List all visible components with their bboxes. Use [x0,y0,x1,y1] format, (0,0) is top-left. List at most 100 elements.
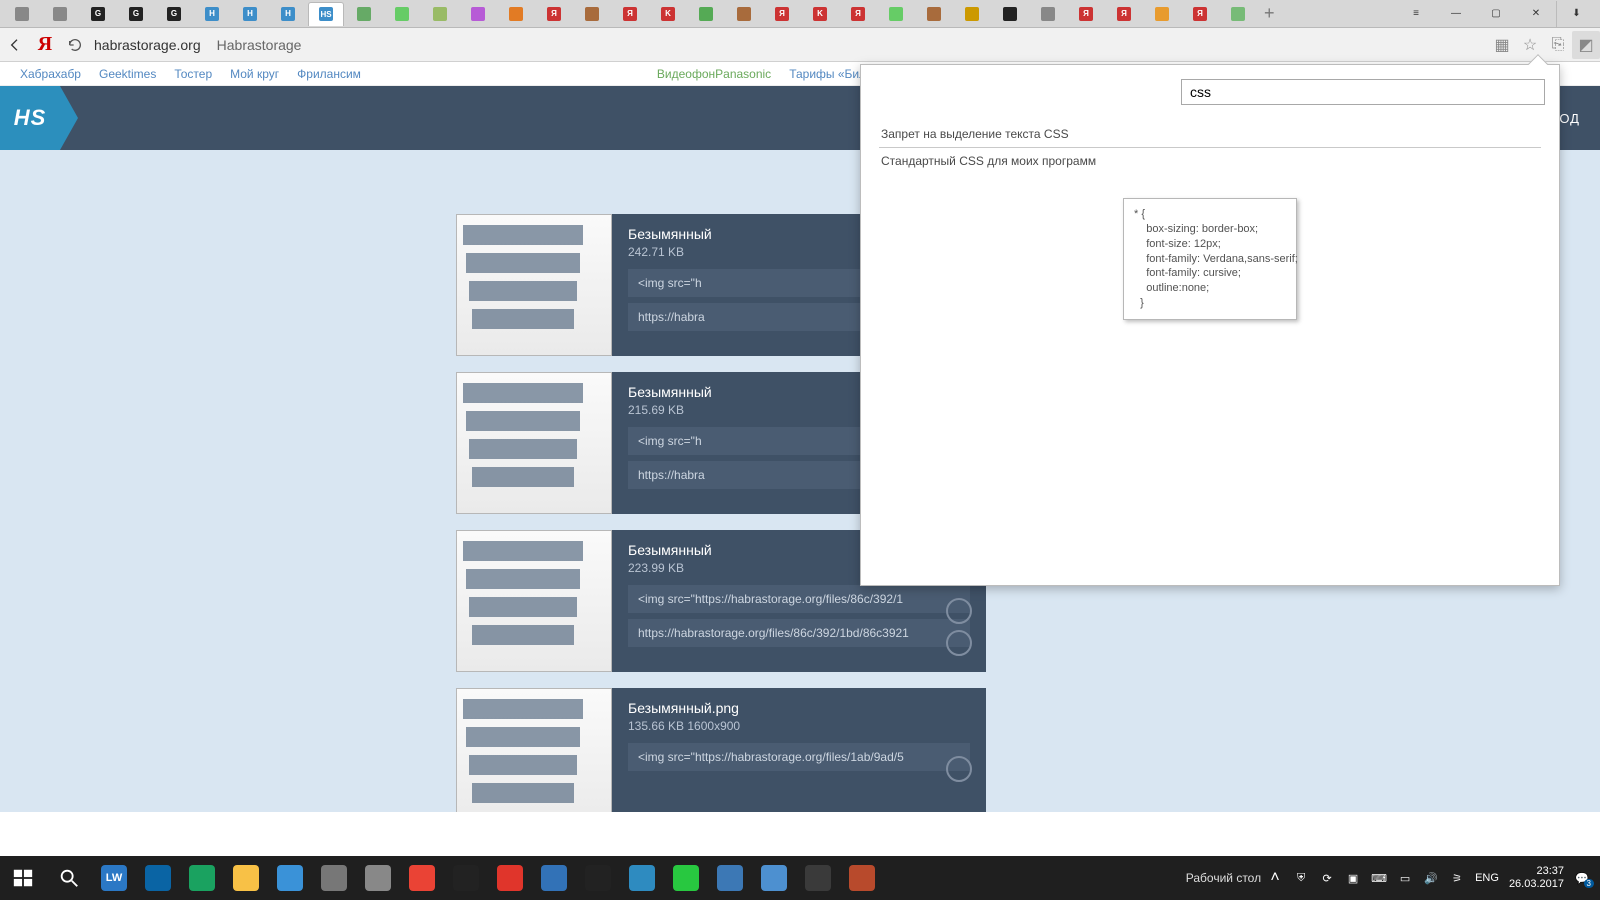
popup-search-input[interactable] [1181,79,1545,105]
browser-tab[interactable]: Я [612,2,648,26]
file-embed-code[interactable]: <img src="https://habrastorage.org/files… [628,585,970,613]
taskbar-app[interactable] [356,856,400,900]
nav-link[interactable]: Тостер [174,67,212,81]
browser-tab[interactable] [498,2,534,26]
nav-link[interactable]: Geektimes [99,67,156,81]
promo-link[interactable]: ВидеофонPanasonic [657,67,771,81]
back-button[interactable] [0,28,30,62]
browser-tab[interactable]: G [80,2,116,26]
tray-wifi-icon[interactable]: ⚞ [1449,870,1465,886]
menu-icon[interactable]: ≡ [1396,1,1436,27]
minimize-icon[interactable]: — [1436,1,1476,27]
browser-tab[interactable] [42,2,78,26]
close-icon[interactable]: ✕ [1516,1,1556,27]
tray-volume-icon[interactable]: 🔊 [1423,870,1439,886]
tray-shield-icon[interactable]: ⛨ [1293,870,1309,886]
taskbar-app[interactable] [312,856,356,900]
login-link-partial[interactable]: ОД [1559,111,1580,126]
browser-tab[interactable]: Я [1182,2,1218,26]
extension-button[interactable]: ◩ [1572,31,1600,59]
nav-link[interactable]: Фрилансим [297,67,361,81]
browser-tab[interactable]: K [650,2,686,26]
browser-tab[interactable] [916,2,952,26]
browser-tab[interactable]: K [802,2,838,26]
tray-notifications-icon[interactable]: 💬3 [1574,870,1590,886]
taskbar-app[interactable] [400,856,444,900]
taskbar-app[interactable] [796,856,840,900]
desktop-label[interactable]: Рабочий стол [1186,871,1261,885]
taskbar-app[interactable] [488,856,532,900]
copy-button[interactable] [946,630,972,656]
taskbar-app[interactable] [180,856,224,900]
browser-tab[interactable]: H [232,2,268,26]
browser-tab[interactable]: G [156,2,192,26]
tray-app-icon[interactable]: ▣ [1345,870,1361,886]
tray-battery-icon[interactable]: ▭ [1397,870,1413,886]
maximize-icon[interactable]: ▢ [1476,1,1516,27]
browser-tab[interactable]: H [194,2,230,26]
browser-tab[interactable] [460,2,496,26]
downloads-icon[interactable]: ⬇ [1556,1,1596,27]
taskbar-app[interactable] [136,856,180,900]
browser-tab[interactable] [878,2,914,26]
browser-tab[interactable] [422,2,458,26]
browser-tab[interactable] [346,2,382,26]
browser-tab[interactable] [1030,2,1066,26]
popup-row[interactable]: Запрет на выделение текста CSS [879,121,1541,148]
bookmark-star-icon[interactable]: ☆ [1516,31,1544,59]
browser-tab[interactable]: G [118,2,154,26]
taskbar-app[interactable] [444,856,488,900]
copy-button[interactable] [946,756,972,782]
taskbar-app[interactable] [620,856,664,900]
taskbar-app[interactable] [224,856,268,900]
url-box[interactable]: habrastorage.org Habrastorage [94,37,301,53]
taskbar-app[interactable] [840,856,884,900]
new-tab-button[interactable]: + [1258,3,1281,24]
file-thumbnail[interactable] [456,688,612,812]
browser-tab[interactable] [992,2,1028,26]
taskbar-app[interactable] [664,856,708,900]
site-logo[interactable]: HS [0,86,60,150]
tray-sync-icon[interactable]: ⟳ [1319,870,1335,886]
reload-button[interactable] [60,28,90,62]
protect-icon[interactable]: ▦ [1488,31,1516,59]
yandex-home-button[interactable]: Я [30,28,60,62]
browser-tab[interactable] [1220,2,1256,26]
browser-tab[interactable]: Я [1106,2,1142,26]
nav-link[interactable]: Мой круг [230,67,279,81]
browser-tab[interactable]: Я [1068,2,1104,26]
tray-chevron-icon[interactable]: ˄ [1267,870,1283,886]
browser-tab[interactable] [726,2,762,26]
file-embed-code[interactable]: <img src="https://habrastorage.org/files… [628,743,970,771]
taskbar-app[interactable] [708,856,752,900]
file-thumbnail[interactable] [456,214,612,356]
copy-button[interactable] [946,598,972,624]
taskbar-app[interactable] [752,856,796,900]
file-thumbnail[interactable] [456,372,612,514]
browser-tab[interactable] [4,2,40,26]
tray-clock[interactable]: 23:37 26.03.2017 [1509,865,1564,891]
browser-tab[interactable]: HS [308,2,344,26]
nav-link[interactable]: Хабрахабр [20,67,81,81]
start-button[interactable] [0,856,46,900]
browser-tab[interactable]: H [270,2,306,26]
tray-lang[interactable]: ENG [1475,872,1499,884]
taskbar-app[interactable]: LW [92,856,136,900]
search-button[interactable] [46,856,92,900]
browser-tab[interactable] [574,2,610,26]
browser-tab[interactable] [1144,2,1180,26]
tray-keyboard-icon[interactable]: ⌨ [1371,870,1387,886]
browser-tab[interactable] [954,2,990,26]
file-thumbnail[interactable] [456,530,612,672]
browser-tab[interactable]: Я [840,2,876,26]
browser-tab[interactable]: Я [764,2,800,26]
taskbar-app[interactable] [532,856,576,900]
browser-tab[interactable] [688,2,724,26]
popup-row[interactable]: Стандартный CSS для моих программ [879,148,1541,174]
taskbar-app[interactable] [268,856,312,900]
browser-tab[interactable]: Я [536,2,572,26]
taskbar-app[interactable] [576,856,620,900]
browser-tab[interactable] [384,2,420,26]
sync-icon[interactable]: ⎘ [1544,31,1572,59]
file-url[interactable]: https://habrastorage.org/files/86c/392/1… [628,619,970,647]
